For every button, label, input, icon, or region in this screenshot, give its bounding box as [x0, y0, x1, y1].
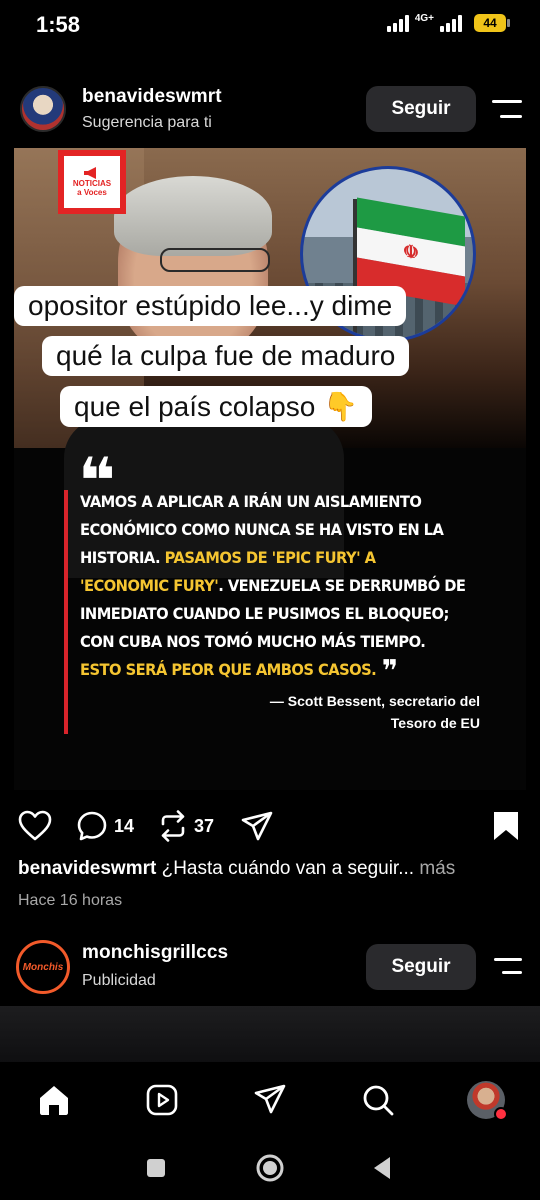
more-options-icon[interactable]	[492, 100, 524, 122]
send-icon	[241, 811, 273, 841]
comment-icon	[77, 811, 107, 841]
attribution-line-2: Tesoro de EU	[390, 715, 480, 731]
quote-highlight: ESTO SERÁ PEOR QUE AMBOS CASOS.	[80, 660, 377, 679]
post-actions: 14 37	[0, 804, 540, 848]
post-header-2: Monchis monchisgrillccs Publicidad Segui…	[0, 936, 540, 1000]
status-indicators: 4G+ 44	[386, 13, 510, 32]
reels-icon	[146, 1084, 178, 1116]
back-triangle-icon	[374, 1157, 390, 1179]
signal-icon	[386, 14, 409, 32]
megaphone-icon	[84, 167, 96, 179]
caption-username[interactable]: benavideswmrt	[18, 858, 156, 879]
network-type: 4G+	[414, 13, 434, 24]
home-system-button[interactable]	[252, 1150, 288, 1186]
bookmark-icon	[494, 812, 518, 840]
caption-line-1: opositor estúpido lee...y dime	[14, 286, 407, 326]
post-header: benavideswmrt Sugerencia para ti Seguir	[0, 80, 540, 144]
follow-button-2[interactable]: Seguir	[366, 944, 476, 990]
repost-count: 37	[194, 815, 215, 836]
quote-bar	[64, 490, 68, 734]
follow-button[interactable]: Seguir	[366, 86, 476, 132]
avatar[interactable]	[20, 86, 66, 132]
home-icon	[40, 1086, 68, 1115]
nav-search[interactable]	[356, 1078, 400, 1122]
battery-icon: 44	[474, 14, 510, 32]
news-logo-line-2: a Voces	[77, 188, 107, 197]
caption-line-2: qué la culpa fue de maduro	[42, 336, 410, 376]
nav-reels[interactable]	[140, 1078, 184, 1122]
like-button[interactable]	[18, 808, 52, 844]
post-image[interactable]: ☫ NOTICIAS a Voces opositor estúpido lee…	[14, 148, 526, 790]
post-2-subtitle: Publicidad	[82, 972, 156, 989]
quote-attribution: — Scott Bessent, secretario del Tesoro d…	[180, 690, 480, 734]
photo-glasses	[160, 248, 270, 272]
circle-icon	[256, 1154, 284, 1182]
photo-hair	[114, 176, 272, 256]
status-time: 1:58	[36, 12, 81, 37]
caption-text: ¿Hasta cuándo van a seguir...	[161, 858, 415, 879]
post-timestamp: Hace 16 horas	[18, 892, 123, 909]
share-button[interactable]	[240, 808, 274, 844]
square-icon	[147, 1159, 165, 1177]
more-options-icon-2[interactable]	[494, 958, 526, 980]
attribution-line-1: — Scott Bessent, secretario del	[269, 693, 480, 709]
nav-messages[interactable]	[248, 1078, 292, 1122]
post-username[interactable]: benavideswmrt	[82, 86, 222, 108]
avatar-2[interactable]: Monchis	[16, 940, 70, 994]
caption-more-link[interactable]: más	[419, 858, 455, 879]
status-bar: 1:58 4G+ 44	[0, 0, 540, 56]
bottom-nav	[0, 1066, 540, 1134]
signal-icon-2	[440, 14, 462, 32]
comment-button[interactable]: 14	[76, 808, 134, 844]
save-button[interactable]	[492, 808, 520, 844]
nav-home[interactable]	[32, 1078, 76, 1122]
post-2-username[interactable]: monchisgrillccs	[82, 942, 228, 964]
send-icon	[254, 1084, 286, 1114]
close-quote-icon: ❞	[381, 654, 398, 689]
news-logo-line-1: NOTICIAS	[72, 179, 112, 188]
recents-button[interactable]	[138, 1150, 174, 1186]
heart-icon	[18, 810, 52, 841]
comment-count: 14	[114, 815, 135, 836]
flag-emblem: ☫	[402, 240, 420, 263]
caption-line-3: que el país colapso 👇	[60, 386, 372, 427]
post-caption[interactable]: benavideswmrt ¿Hasta cuándo van a seguir…	[18, 858, 528, 880]
repost-button[interactable]: 37	[158, 808, 214, 844]
back-button[interactable]	[364, 1150, 400, 1186]
profile-avatar	[467, 1081, 508, 1121]
news-logo: NOTICIAS a Voces	[58, 150, 126, 214]
nav-profile[interactable]	[464, 1078, 508, 1122]
search-icon	[363, 1085, 394, 1116]
repost-icon	[161, 810, 185, 842]
system-nav-bar	[0, 1134, 540, 1200]
post-subtitle: Sugerencia para ti	[82, 114, 212, 131]
quote-text: VAMOS A APLICAR A IRÁN UN AISLAMIENTO EC…	[80, 488, 466, 689]
next-post-media[interactable]	[0, 1006, 540, 1062]
